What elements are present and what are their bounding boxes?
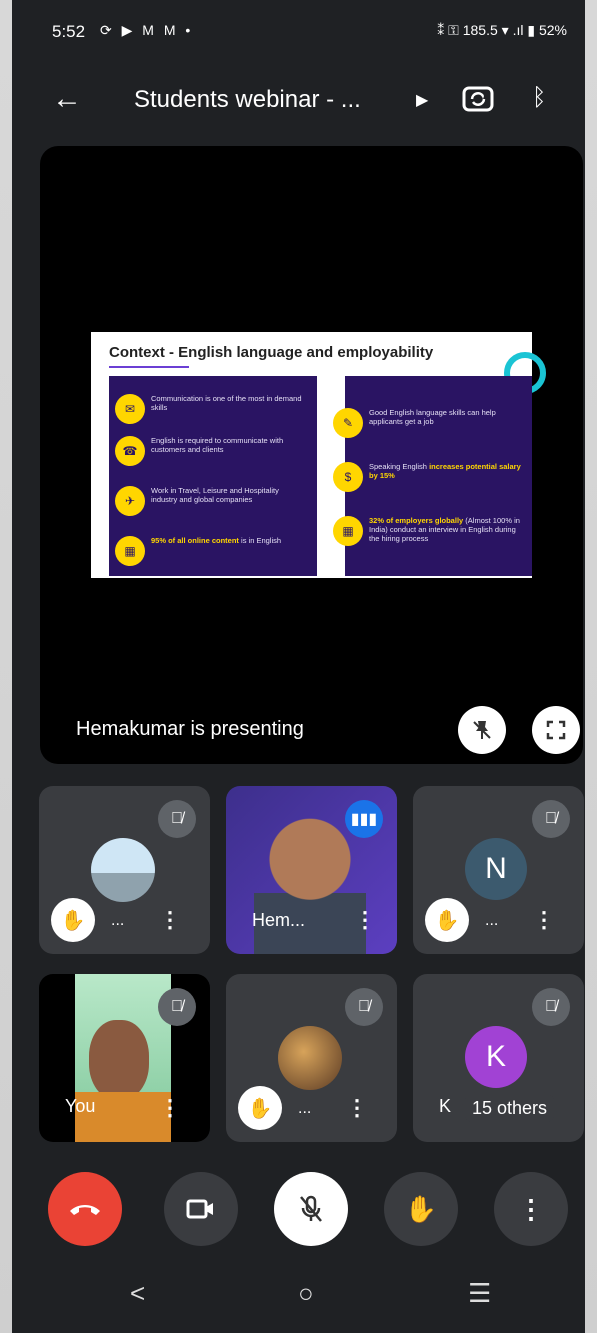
- microphone-button[interactable]: [274, 1172, 348, 1246]
- participant-tile-video[interactable]: ▮▮▮ Hem... ⋮: [226, 786, 397, 954]
- slide-point: ✈ Work in Travel, Leisure and Hospitalit…: [115, 486, 305, 516]
- presentation-view[interactable]: Context - English language and employabi…: [40, 146, 583, 764]
- participant-name: ...: [111, 912, 125, 929]
- chevron-right-icon[interactable]: ▶: [416, 90, 428, 110]
- more-options-icon[interactable]: ⋮: [346, 1088, 368, 1128]
- status-bar: 5:52 ⟳ ▶ M M • ⁑ ⚿ 185.5 ▾ .ıl ▮ 52%: [12, 14, 585, 50]
- hang-up-icon: [70, 1205, 100, 1215]
- more-options-button[interactable]: ⋮: [494, 1172, 568, 1246]
- raised-hand-icon: ✋: [425, 898, 469, 942]
- network-icons: ⁑ ⚿ 185.5 ▾ .ıl: [437, 22, 524, 38]
- nav-home-button[interactable]: ○: [298, 1278, 314, 1309]
- chat-icon: ✉: [115, 394, 145, 424]
- participant-tile[interactable]: 🎙̸ ✋ ... ⋮: [226, 974, 397, 1142]
- slide-point-lead: Speaking English: [369, 462, 427, 471]
- self-face: [89, 1020, 149, 1100]
- mic-off-icon: 🎙̸: [158, 988, 196, 1026]
- system-icons: ⁑ ⚿ 185.5 ▾ .ıl ▮ 52%: [437, 22, 567, 39]
- slide-point-text: Speaking English increases potential sal…: [369, 462, 523, 480]
- slide: Context - English language and employabi…: [91, 332, 546, 578]
- raise-hand-button[interactable]: ✋: [384, 1172, 458, 1246]
- fullscreen-icon: [546, 720, 566, 740]
- participant-tile[interactable]: 🎙̸ N ✋ ... ⋮: [413, 786, 584, 954]
- slide-point-text: Work in Travel, Leisure and Hospitality …: [151, 486, 279, 504]
- hand-icon: ✋: [404, 1193, 438, 1224]
- avatar: [91, 838, 155, 902]
- notification-icons: ⟳ ▶ M M •: [100, 22, 194, 38]
- raised-hand-icon: ✋: [238, 1086, 282, 1130]
- battery-icon: ▮: [527, 22, 536, 38]
- nav-recents-button[interactable]: ☰: [468, 1278, 491, 1309]
- plane-icon: ✈: [115, 486, 145, 516]
- slide-title: Context - English language and employabi…: [109, 344, 434, 361]
- headset-icon: ☎: [115, 436, 145, 466]
- slide-point: ✉ Communication is one of the most in de…: [115, 394, 305, 424]
- unpin-icon: [473, 721, 491, 739]
- slide-underline: [109, 366, 189, 368]
- slide-point: ☎ English is required to communicate wit…: [115, 436, 305, 466]
- camera-button[interactable]: [164, 1172, 238, 1246]
- slide-point-text: Communication is one of the most in dema…: [151, 394, 302, 412]
- camera-switch-icon[interactable]: [460, 80, 496, 121]
- end-call-button[interactable]: [48, 1172, 122, 1246]
- app-screen: 5:52 ⟳ ▶ M M • ⁑ ⚿ 185.5 ▾ .ıl ▮ 52% ← S…: [12, 0, 585, 1333]
- participant-tile[interactable]: 🎙̸ ✋ ... ⋮: [39, 786, 210, 954]
- bluetooth-icon[interactable]: ᛒ: [532, 84, 546, 112]
- slide-point: ▦ 32% of employers globally (Almost 100%…: [333, 516, 523, 546]
- fullscreen-button[interactable]: [532, 706, 580, 754]
- slide-point-rest: is in English: [241, 536, 282, 545]
- slide-left-panel: ✉ Communication is one of the most in de…: [109, 376, 317, 576]
- title-bar: ← Students webinar - ... ▶ ᛒ: [12, 72, 585, 128]
- mic-off-icon: 🎙̸: [345, 988, 383, 1026]
- slide-point-highlight: 95% of all online content: [151, 536, 239, 545]
- avatar: K: [465, 1026, 527, 1088]
- battery-level: 52%: [538, 22, 567, 38]
- participant-name: Hem...: [252, 910, 306, 930]
- slide-point-text: 95% of all online content is in English: [151, 536, 281, 545]
- avatar: N: [465, 838, 527, 900]
- slide-point-text: Good English language skills can help ap…: [369, 408, 496, 426]
- slide-point-text: 32% of employers globally (Almost 100% i…: [369, 516, 523, 543]
- participant-name: ...: [298, 1100, 312, 1117]
- self-view-tile[interactable]: 🎙̸ You ⋮: [39, 974, 210, 1142]
- more-options-icon[interactable]: ⋮: [159, 900, 181, 940]
- participant-name: K: [439, 1096, 452, 1116]
- unpin-button[interactable]: [458, 706, 506, 754]
- meeting-title[interactable]: Students webinar - ...: [134, 86, 361, 114]
- mic-off-icon: 🎙̸: [158, 800, 196, 838]
- arrow-left-icon[interactable]: ←: [52, 82, 82, 116]
- more-vertical-icon: ⋮: [518, 1193, 544, 1224]
- more-options-icon[interactable]: ⋮: [533, 900, 555, 940]
- presenter-label: Hemakumar is presenting: [76, 718, 304, 740]
- more-options-icon[interactable]: ⋮: [159, 1088, 181, 1128]
- participant-name: ...: [485, 912, 499, 929]
- status-time: 5:52: [52, 22, 86, 41]
- slide-point: $ Speaking English increases potential s…: [333, 462, 523, 492]
- slide-point-highlight: 32% of employers globally: [369, 516, 464, 525]
- slide-point: ✎ Good English language skills can help …: [333, 408, 523, 438]
- video-camera-icon: [186, 1199, 213, 1219]
- slide-point: ▦ 95% of all online content is in Englis…: [115, 536, 305, 566]
- avatar: [278, 1026, 342, 1090]
- slide-right-panel: ✎ Good English language skills can help …: [333, 376, 532, 576]
- raised-hand-icon: ✋: [51, 898, 95, 942]
- nav-back-button[interactable]: <: [130, 1278, 145, 1309]
- mic-off-icon: 🎙̸: [532, 800, 570, 838]
- more-options-icon[interactable]: ⋮: [354, 900, 376, 940]
- document-icon: ✎: [333, 408, 363, 438]
- mic-off-icon: 🎙̸: [532, 988, 570, 1026]
- office-icon: ▦: [333, 516, 363, 546]
- participant-name: You: [65, 1096, 96, 1116]
- slide-point-text: English is required to communicate with …: [151, 436, 284, 454]
- others-count[interactable]: 15 others: [462, 1092, 558, 1124]
- money-icon: $: [333, 462, 363, 492]
- building-icon: ▦: [115, 536, 145, 566]
- speaking-icon: ▮▮▮: [345, 800, 383, 838]
- mic-off-icon: [300, 1195, 322, 1222]
